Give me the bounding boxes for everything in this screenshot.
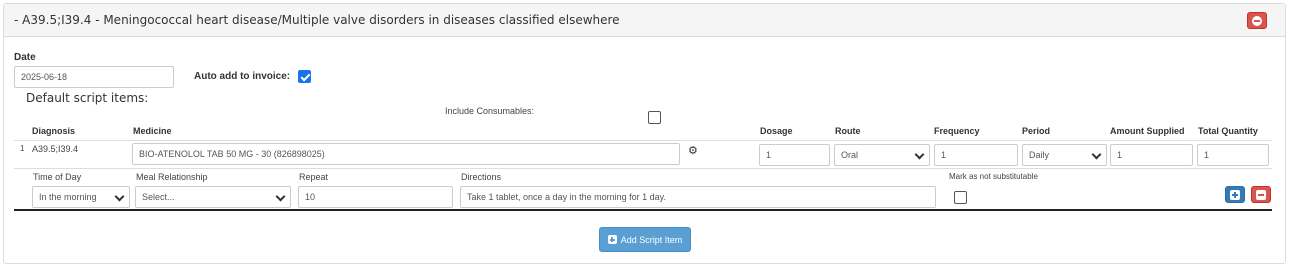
route-value: Oral (841, 150, 859, 160)
medicine-input[interactable]: BIO-ATENOLOL TAB 50 MG - 30 (826898025) (132, 143, 680, 165)
auto-add-label: Auto add to invoice: (194, 71, 291, 82)
remove-row-button[interactable] (1251, 186, 1271, 203)
meal-relationship-select[interactable]: Select... (135, 186, 291, 208)
directions-input[interactable]: Take 1 tablet, once a day in the morning… (460, 186, 936, 208)
header-route: Route (835, 126, 861, 136)
row-bottom-divider (14, 209, 1272, 211)
amount-supplied-input[interactable]: 1 (1110, 144, 1193, 166)
add-script-item-button[interactable]: Add Script Item (599, 227, 691, 252)
period-select[interactable]: Daily (1022, 144, 1107, 166)
header-frequency: Frequency (934, 126, 980, 136)
time-of-day-value: In the morning (39, 192, 97, 202)
header-diagnosis: Diagnosis (32, 126, 76, 136)
plus-square-icon (1230, 189, 1240, 200)
diagnosis-panel: - A39.5;I39.4 - Meningococcal heart dise… (3, 3, 1286, 264)
row-divider (14, 168, 1272, 169)
panel-header: - A39.5;I39.4 - Meningococcal heart dise… (4, 4, 1285, 37)
date-input[interactable]: 2025-06-18 (14, 66, 174, 88)
gears-icon[interactable]: ⚙ (688, 146, 698, 157)
dosage-input[interactable]: 1 (759, 144, 830, 166)
minus-circle-icon (1252, 15, 1262, 26)
panel-title: - A39.5;I39.4 - Meningococcal heart dise… (14, 13, 620, 27)
header-period: Period (1022, 126, 1051, 136)
header-dosage: Dosage (760, 126, 793, 136)
header-total-quantity: Total Quantity (1198, 126, 1258, 136)
include-consumables-label: Include Consumables: (445, 106, 535, 116)
row-diagnosis: A39.5;I39.4 (32, 144, 79, 154)
route-select[interactable]: Oral (834, 144, 930, 166)
row-index: 1 (20, 144, 25, 153)
header-divider (14, 140, 1272, 141)
auto-add-checkbox[interactable] (298, 70, 311, 83)
date-label: Date (14, 52, 36, 63)
header-meal-relationship: Meal Relationship (136, 172, 208, 182)
header-time-of-day: Time of Day (33, 172, 82, 182)
add-script-item-label: Add Script Item (620, 234, 683, 245)
frequency-input[interactable]: 1 (934, 144, 1018, 166)
header-medicine: Medicine (133, 126, 172, 136)
header-not-substitutable: Mark as not substitutable (949, 172, 1038, 181)
total-quantity-input[interactable]: 1 (1197, 144, 1269, 166)
not-substitutable-checkbox[interactable] (954, 191, 967, 204)
period-value: Daily (1029, 150, 1050, 160)
plus-square-icon (607, 235, 617, 244)
header-amount-supplied: Amount Supplied (1110, 126, 1185, 136)
meal-relationship-value: Select... (142, 192, 175, 202)
default-items-label: Default script items: (26, 91, 149, 105)
remove-panel-button[interactable] (1247, 12, 1267, 29)
header-directions: Directions (461, 172, 502, 182)
add-row-button[interactable] (1225, 186, 1245, 203)
header-repeat: Repeat (299, 172, 329, 182)
include-consumables-checkbox[interactable] (648, 111, 661, 124)
minus-square-icon (1256, 189, 1266, 200)
time-of-day-select[interactable]: In the morning (32, 186, 130, 208)
repeat-input[interactable]: 10 (298, 186, 453, 208)
